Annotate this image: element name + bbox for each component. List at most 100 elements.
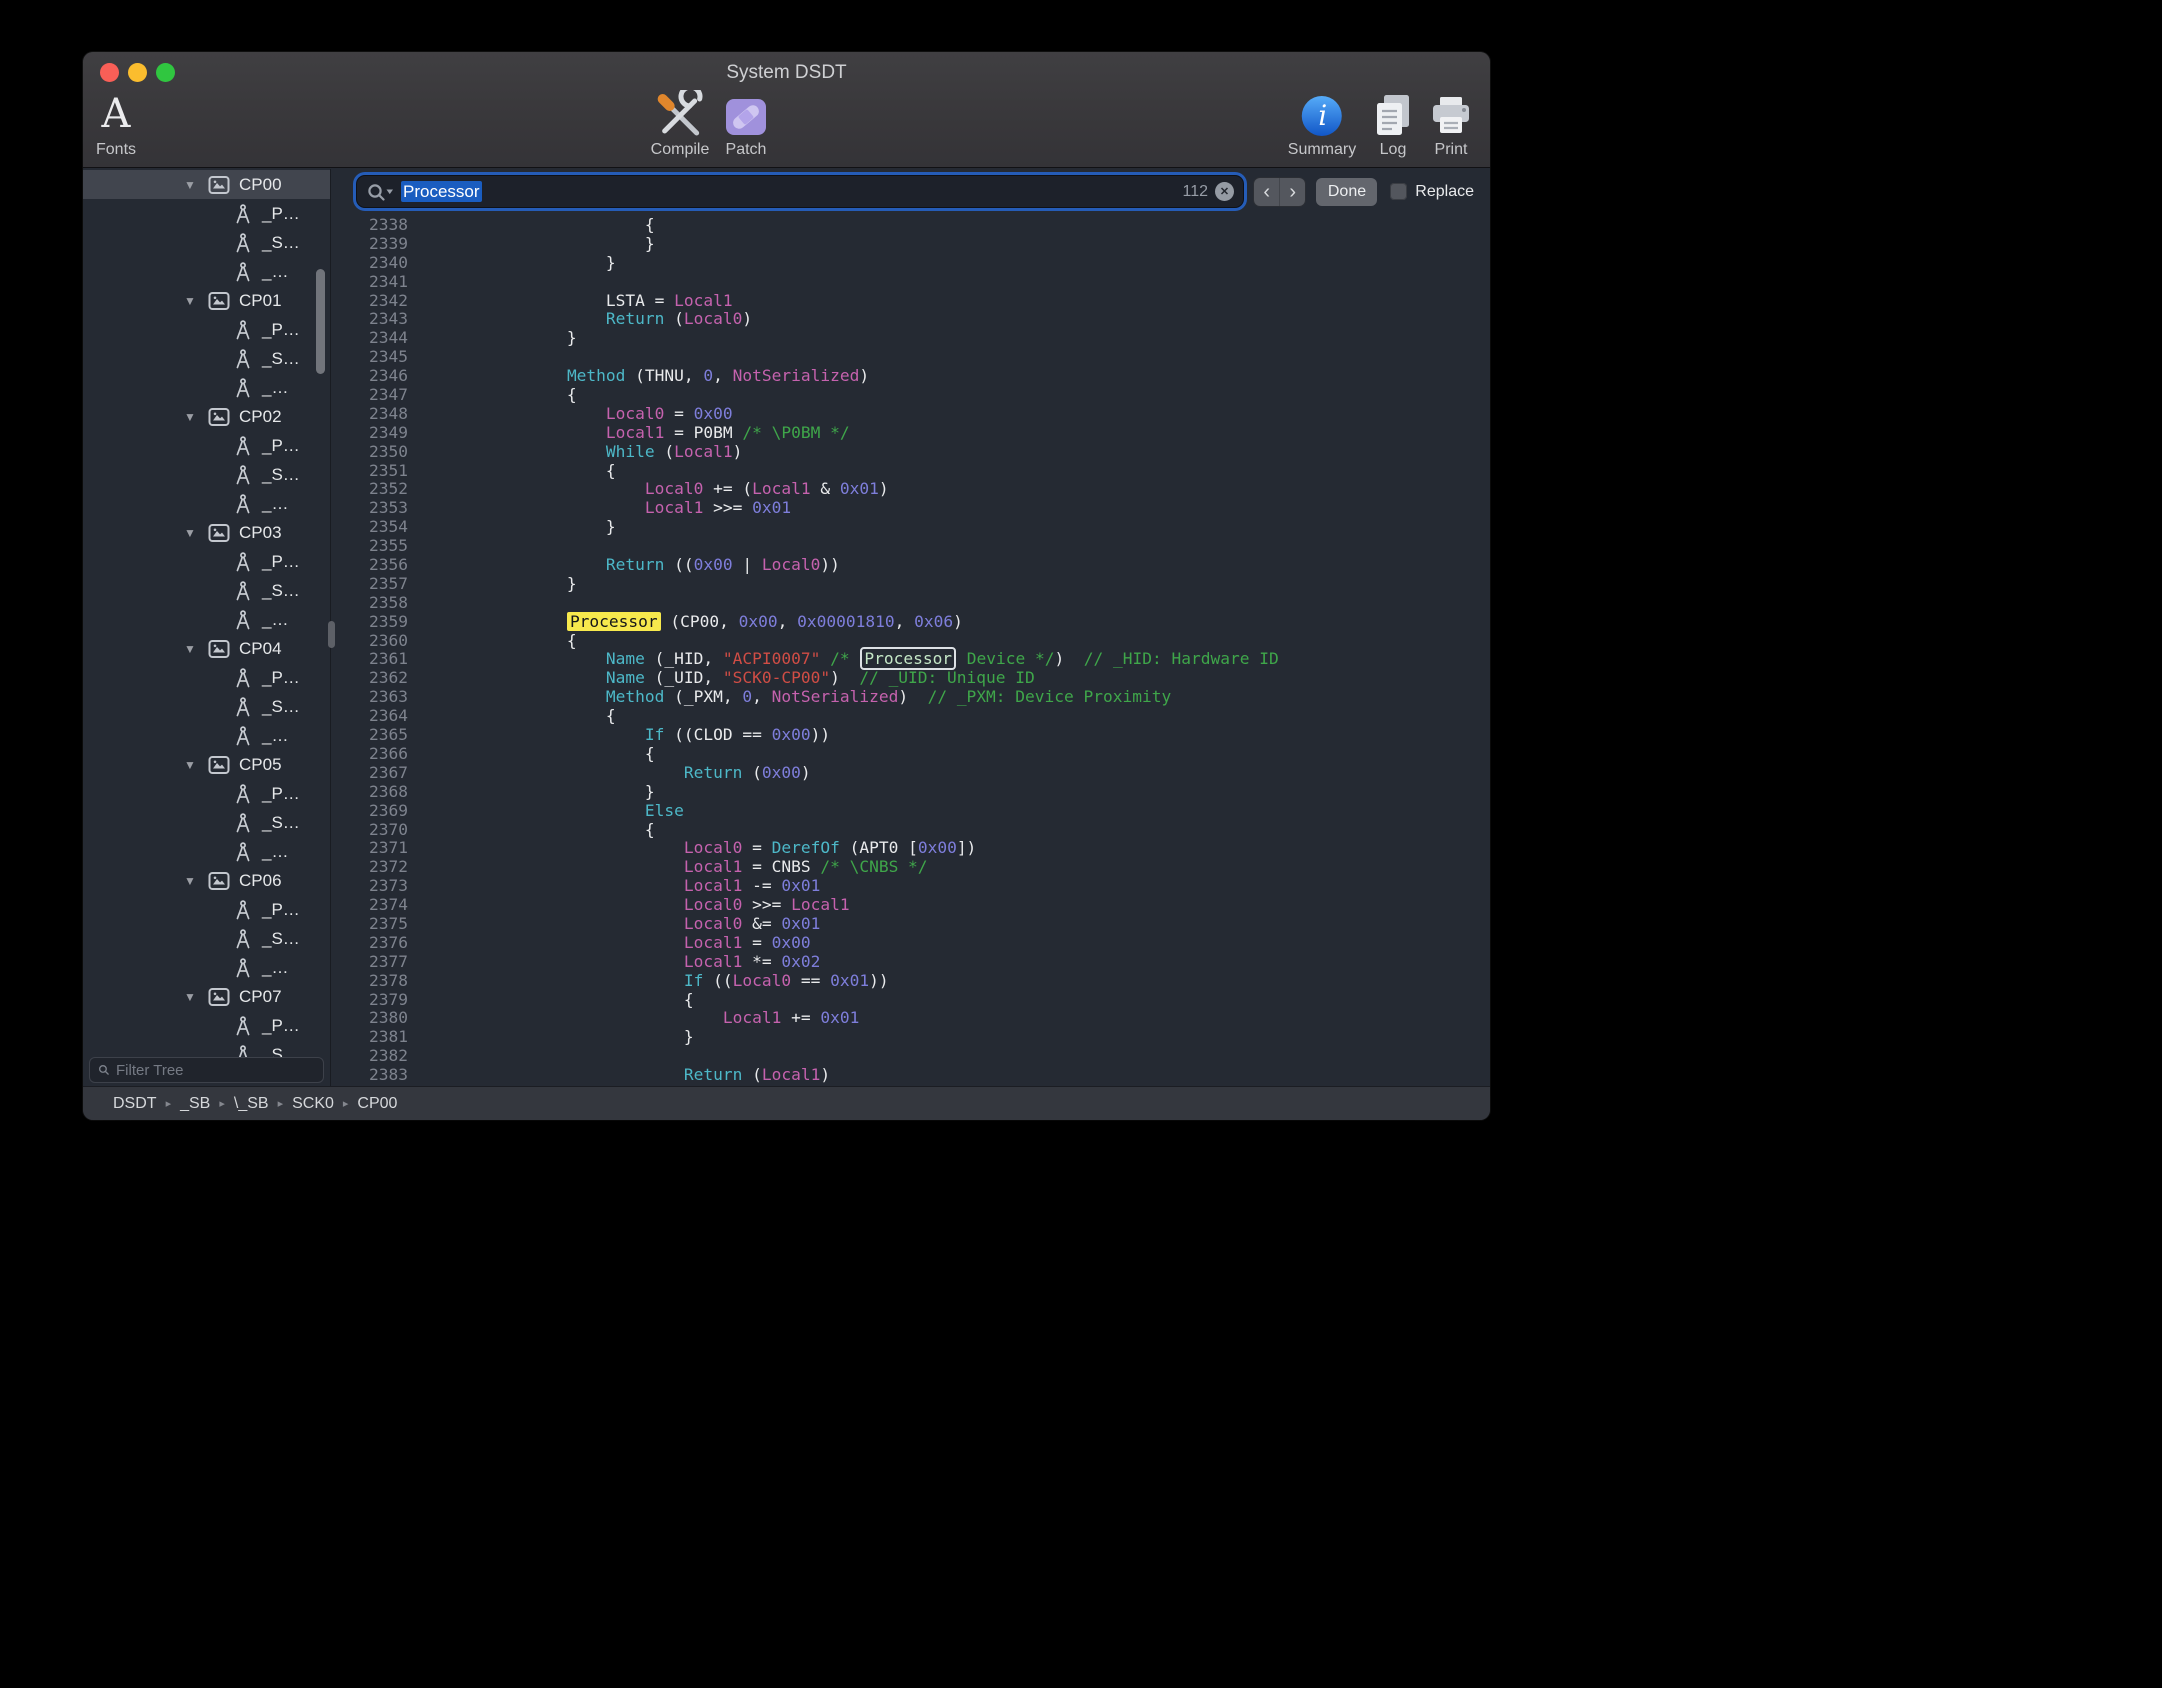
breadcrumb-separator-icon: ▸ <box>166 1097 172 1110</box>
code-line: 2375 Local0 &= 0x01 <box>331 915 1490 934</box>
search-menu-icon[interactable] <box>366 182 394 202</box>
breadcrumb-item[interactable]: \_SB <box>234 1095 269 1113</box>
summary-button[interactable]: i Summary <box>1288 88 1356 159</box>
code-line: 2342 LSTA = Local1 <box>331 292 1490 311</box>
disclosure-triangle-icon[interactable]: ▼ <box>184 990 208 1004</box>
tree-row-p[interactable]: _P… <box>83 663 330 692</box>
find-input[interactable]: Processor <box>401 182 1175 202</box>
tree-row-cp05[interactable]: ▼ CP05 <box>83 750 330 779</box>
find-previous-button[interactable]: ‹ <box>1254 178 1279 206</box>
tree-row-[interactable]: _… <box>83 489 330 518</box>
find-search-field[interactable]: Processor 112 ✕ <box>357 176 1243 207</box>
tree-row-cp02[interactable]: ▼CP02 <box>83 402 330 431</box>
clear-search-button[interactable]: ✕ <box>1215 182 1234 201</box>
disclosure-triangle-icon[interactable]: ▼ <box>184 410 208 424</box>
device-icon <box>208 639 230 659</box>
tree-row-cp04[interactable]: ▼CP04 <box>83 634 330 663</box>
tree-row-[interactable]: _… <box>83 373 330 402</box>
filter-field[interactable] <box>89 1057 324 1083</box>
line-number: 2363 <box>331 688 411 707</box>
tree-row-p[interactable]: _P… <box>83 431 330 460</box>
minimize-window-button[interactable] <box>128 63 147 82</box>
tree-row-[interactable]: _… <box>83 837 330 866</box>
breadcrumb-item[interactable]: CP00 <box>357 1095 397 1113</box>
disclosure-triangle-icon[interactable]: ▼ <box>184 874 208 888</box>
breadcrumb-item[interactable]: SCK0 <box>292 1095 334 1113</box>
close-window-button[interactable] <box>100 63 119 82</box>
line-number: 2373 <box>331 877 411 896</box>
filter-tree-input[interactable] <box>116 1062 315 1079</box>
line-number: 2374 <box>331 896 411 915</box>
tree-row-cp03[interactable]: ▼CP03 <box>83 518 330 547</box>
breadcrumb-item[interactable]: DSDT <box>113 1095 157 1113</box>
tree-row-cp01[interactable]: ▼CP01 <box>83 286 330 315</box>
code-line: 2369 Else <box>331 802 1490 821</box>
fonts-button[interactable]: A Fonts <box>96 88 136 159</box>
tree-row-p[interactable]: _P… <box>83 199 330 228</box>
breadcrumb-separator-icon: ▸ <box>343 1097 349 1110</box>
compass-icon <box>232 667 254 689</box>
clear-icon: ✕ <box>1220 185 1229 198</box>
code-area[interactable]: 2338 {2339 }2340 }23412342 LSTA = Local1… <box>331 214 1490 1086</box>
disclosure-triangle-icon[interactable]: ▼ <box>184 642 208 656</box>
tree-row-s[interactable]: _S… <box>83 808 330 837</box>
tree-row-p[interactable]: _P… <box>83 779 330 808</box>
code-text: { <box>411 991 1490 1010</box>
compass-icon <box>232 232 254 254</box>
line-number: 2339 <box>331 235 411 254</box>
tree-row-[interactable]: _… <box>83 721 330 750</box>
disclosure-triangle-icon[interactable]: ▼ <box>184 758 208 772</box>
tree-label: CP05 <box>239 755 282 775</box>
log-button[interactable]: Log <box>1372 88 1414 159</box>
tree-label: _S… <box>262 465 300 485</box>
tree-label: _S… <box>262 929 300 949</box>
tree-row-cp06[interactable]: ▼CP06 <box>83 866 330 895</box>
find-next-button[interactable]: › <box>1279 178 1304 206</box>
line-number: 2381 <box>331 1028 411 1047</box>
tree-row-[interactable]: _… <box>83 953 330 982</box>
line-number: 2357 <box>331 575 411 594</box>
breadcrumb-item[interactable]: _SB <box>180 1095 210 1113</box>
splitter-handle[interactable] <box>328 621 335 648</box>
code-text: Processor (CP00, 0x00, 0x00001810, 0x06) <box>411 613 1490 632</box>
tree-row-p[interactable]: _P… <box>83 547 330 576</box>
code-text: } <box>411 783 1490 802</box>
tree-row-cp00[interactable]: ▼CP00 <box>83 170 330 199</box>
disclosure-triangle-icon[interactable]: ▼ <box>184 178 208 192</box>
replace-checkbox[interactable] <box>1390 183 1407 200</box>
patch-button[interactable]: Patch <box>723 88 769 159</box>
sidebar-scrollbar[interactable] <box>316 269 325 374</box>
tree-row-s[interactable]: _S… <box>83 344 330 373</box>
tree-label: _P… <box>262 320 300 340</box>
tree-row-s[interactable]: _S… <box>83 576 330 605</box>
line-number: 2338 <box>331 216 411 235</box>
tree-row-[interactable]: _… <box>83 605 330 634</box>
disclosure-triangle-icon[interactable]: ▼ <box>184 526 208 540</box>
tree-label: _… <box>262 958 288 978</box>
tree-row-s[interactable]: _S… <box>83 692 330 721</box>
line-number: 2368 <box>331 783 411 802</box>
zoom-window-button[interactable] <box>156 63 175 82</box>
tree-row-s[interactable]: _S… <box>83 924 330 953</box>
line-number: 2375 <box>331 915 411 934</box>
tree-row-p[interactable]: _P… <box>83 1011 330 1040</box>
line-number: 2358 <box>331 594 411 613</box>
code-text: Local0 = DerefOf (APT0 [0x00]) <box>411 839 1490 858</box>
disclosure-triangle-icon[interactable]: ▼ <box>184 294 208 308</box>
tree-label: _S… <box>262 581 300 601</box>
tree-row-p[interactable]: _P… <box>83 315 330 344</box>
tree-row-cp07[interactable]: ▼CP07 <box>83 982 330 1011</box>
print-button[interactable]: Print <box>1428 88 1474 159</box>
compile-button[interactable]: Compile <box>651 88 710 159</box>
compass-icon <box>232 261 254 283</box>
main-content: ▼CP00_P…_S…_…▼CP01_P…_S…_…▼CP02_P…_S…_…▼… <box>83 169 1490 1086</box>
tree-row-s[interactable]: _S… <box>83 460 330 489</box>
tree-row-[interactable]: _… <box>83 257 330 286</box>
line-number: 2346 <box>331 367 411 386</box>
tree-row-s[interactable]: _S… <box>83 228 330 257</box>
code-text: Name (_UID, "SCK0-CP00") // _UID: Unique… <box>411 669 1490 688</box>
code-line: 2350 While (Local1) <box>331 443 1490 462</box>
done-button[interactable]: Done <box>1316 178 1377 206</box>
replace-toggle[interactable]: Replace <box>1390 183 1474 201</box>
tree-row-p[interactable]: _P… <box>83 895 330 924</box>
